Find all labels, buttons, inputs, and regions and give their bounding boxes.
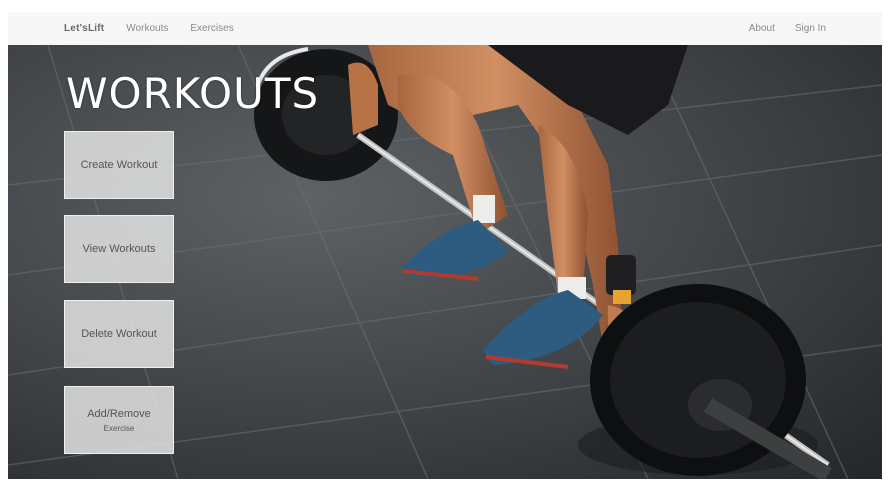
nav-link-exercises[interactable]: Exercises (190, 23, 233, 34)
add-remove-exercise-button[interactable]: Add/Remove Exercise (64, 386, 174, 454)
hero-section: WORKOUTS Create Workout View Workouts De… (8, 45, 882, 479)
add-remove-label: Add/Remove (87, 407, 151, 420)
nav-link-workouts[interactable]: Workouts (126, 23, 168, 34)
create-workout-label: Create Workout (80, 159, 158, 171)
nav-left: Let'sLift Workouts Exercises (64, 23, 234, 34)
brand-logo[interactable]: Let'sLift (64, 23, 104, 34)
nav-link-sign-in[interactable]: Sign In (795, 23, 826, 34)
page-title: WORKOUTS (66, 69, 320, 118)
top-navigation: Let'sLift Workouts Exercises About Sign … (8, 12, 882, 45)
exercise-sublabel: Exercise (103, 423, 135, 433)
nav-link-about[interactable]: About (749, 23, 775, 34)
delete-workout-button[interactable]: Delete Workout (64, 300, 174, 368)
delete-workout-label: Delete Workout (81, 328, 157, 340)
create-workout-button[interactable]: Create Workout (64, 131, 174, 199)
nav-right: About Sign In (749, 23, 826, 34)
page: Let'sLift Workouts Exercises About Sign … (0, 0, 891, 483)
view-workouts-button[interactable]: View Workouts (64, 215, 174, 283)
view-workouts-label: View Workouts (82, 243, 156, 255)
